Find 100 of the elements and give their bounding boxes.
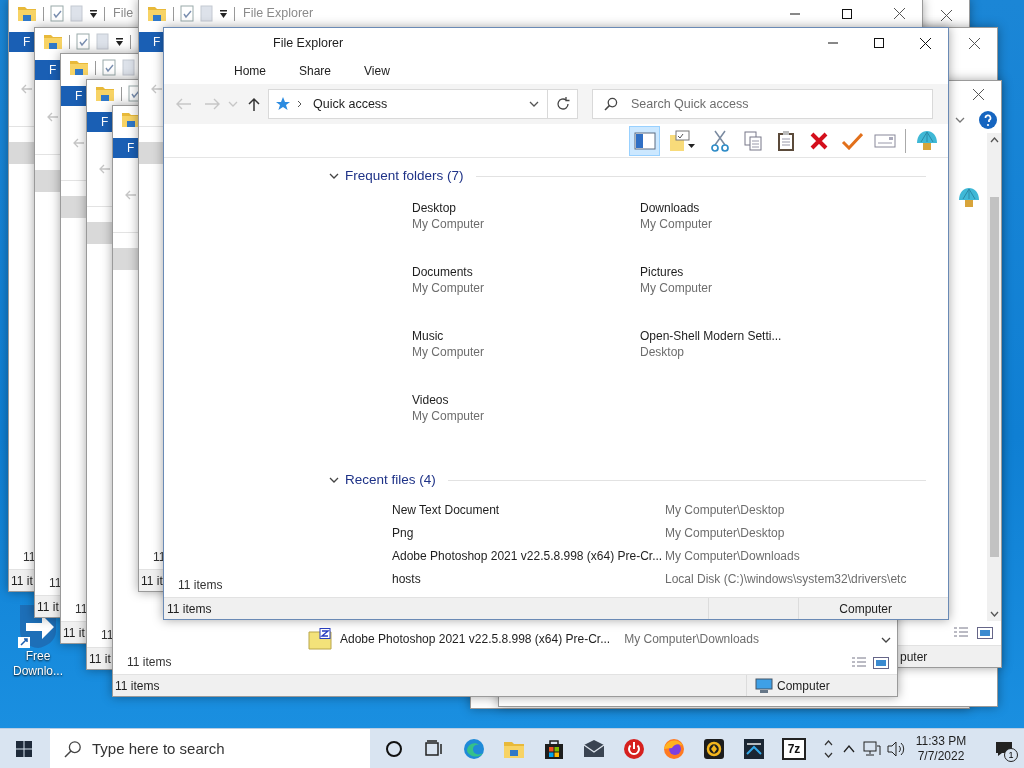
file-tab[interactable]: F [61, 86, 86, 106]
search-field[interactable]: Search Quick access [592, 89, 933, 119]
refresh-icon[interactable] [555, 97, 570, 111]
file-tab[interactable]: F [35, 60, 60, 80]
status-text: 11 items [115, 677, 160, 695]
star-icon [275, 96, 291, 112]
delete-icon [808, 130, 829, 151]
show-hidden-icons-icon[interactable] [843, 744, 855, 753]
shopping-bag-icon[interactable] [543, 737, 565, 760]
scroll-down-icon[interactable] [824, 751, 833, 758]
file-tab[interactable]: F [9, 32, 34, 52]
file-tab[interactable]: F [87, 112, 112, 132]
refresh-button[interactable] [548, 89, 578, 119]
file-tab[interactable]: F [113, 138, 138, 158]
chevron-right-icon [297, 100, 303, 108]
browser-icon[interactable] [463, 737, 485, 760]
power-icon[interactable] [623, 737, 645, 760]
volume-icon[interactable] [887, 740, 905, 757]
ribbon-tab[interactable]: Share [299, 62, 332, 80]
desktop-icon-label[interactable]: Free Downlo... [8, 649, 68, 679]
app-icon[interactable] [743, 737, 765, 760]
preview-pane-icon [633, 131, 656, 150]
file-location: Local Disk (C:)\windows\system32\drivers\etc [665, 571, 907, 588]
network-icon[interactable] [863, 740, 881, 757]
item-count: 11 items [127, 654, 172, 671]
dropdown-icon[interactable] [115, 36, 124, 47]
group-header[interactable]: Frequent folders (7) [345, 166, 464, 187]
folder-name: Pictures [640, 264, 685, 281]
window-title: File [113, 5, 134, 23]
folder-icon[interactable] [43, 33, 63, 50]
up-arrow-icon[interactable] [248, 96, 260, 112]
folder-icon[interactable] [69, 59, 89, 76]
zip-folder-icon [308, 628, 332, 650]
computer-icon [755, 677, 773, 694]
folder-location: My Computer [412, 408, 486, 425]
clock-date: 7/7/2022 [917, 748, 965, 764]
window-title: File Explorer [272, 34, 344, 52]
dropdown-icon[interactable] [219, 8, 228, 19]
close-icon [893, 8, 905, 19]
tiles-view-icon[interactable] [873, 656, 889, 669]
folder-icon[interactable] [147, 5, 167, 22]
checkbox-icon[interactable] [180, 5, 194, 22]
toolbar-button[interactable] [629, 125, 660, 156]
windows-logo-icon [16, 740, 32, 757]
scroll-up-icon[interactable] [824, 739, 833, 746]
status-text: puter [900, 648, 928, 666]
item-count: 11 [49, 575, 62, 592]
taskbar-search-field[interactable]: Type here to search [50, 728, 370, 768]
help-icon[interactable] [979, 111, 997, 129]
collapse-chevron-icon[interactable] [329, 477, 339, 484]
folder-icon[interactable] [17, 5, 37, 22]
maximize-icon [842, 8, 852, 19]
item-count: 11 items [178, 578, 223, 592]
status-text: 11 it [63, 624, 85, 642]
browser-icon[interactable] [663, 737, 685, 760]
address-dropdown-icon[interactable] [529, 101, 539, 107]
file-location: My Computer\Downloads [665, 548, 800, 565]
status-text: 11 items [167, 600, 212, 618]
copy-icon [743, 130, 762, 151]
folder-name: Music [412, 328, 445, 345]
properties-icon [669, 129, 695, 152]
status-location: Computer [839, 600, 892, 618]
status-text: 11 it [11, 572, 33, 590]
folder-name: Desktop [412, 200, 458, 217]
tiles-view-icon[interactable] [977, 627, 993, 639]
collapse-chevron-icon[interactable] [329, 173, 339, 180]
notification-button[interactable]: 1 [984, 728, 1024, 768]
checkmark-icon [840, 131, 863, 150]
close-icon [972, 88, 984, 100]
ribbon-expand-icon[interactable] [955, 117, 965, 123]
envelope-icon[interactable] [583, 737, 605, 760]
folder-location: My Computer [412, 216, 486, 233]
scroll-up-icon[interactable] [989, 137, 999, 143]
checkbox-icon[interactable] [50, 5, 64, 22]
card-icon [873, 133, 896, 148]
dropdown-icon[interactable] [89, 8, 98, 19]
scrollbar[interactable] [987, 133, 1001, 621]
scroll-down-icon[interactable] [989, 611, 999, 617]
checkbox-icon[interactable] [76, 33, 90, 50]
file-name: hosts [392, 571, 422, 588]
clipboard-icon [776, 129, 795, 152]
scrollbar-thumb[interactable] [989, 197, 999, 557]
archive-app-button[interactable]: 7z [774, 728, 814, 768]
scroll-down-icon[interactable] [881, 636, 891, 643]
folder-name: Downloads [640, 200, 701, 217]
item-count: 11 [23, 549, 36, 566]
address-bar[interactable]: Quick access [268, 89, 548, 119]
group-header[interactable]: Recent files (4) [345, 470, 436, 491]
app-icon[interactable] [703, 737, 725, 760]
checkbox-icon[interactable] [102, 59, 116, 76]
ribbon-tab[interactable]: Home [234, 62, 266, 80]
folder-name: Documents [412, 264, 474, 281]
status-text: 11 it [89, 650, 111, 668]
file-tab[interactable]: F [139, 32, 164, 52]
file-location: My Computer\Downloads [624, 631, 759, 648]
status-text: 11 it [141, 572, 163, 590]
file-name: Png [392, 525, 415, 542]
ribbon-tab[interactable]: View [364, 62, 390, 80]
folder-icon[interactable] [95, 85, 115, 102]
scissors-icon [710, 129, 729, 152]
